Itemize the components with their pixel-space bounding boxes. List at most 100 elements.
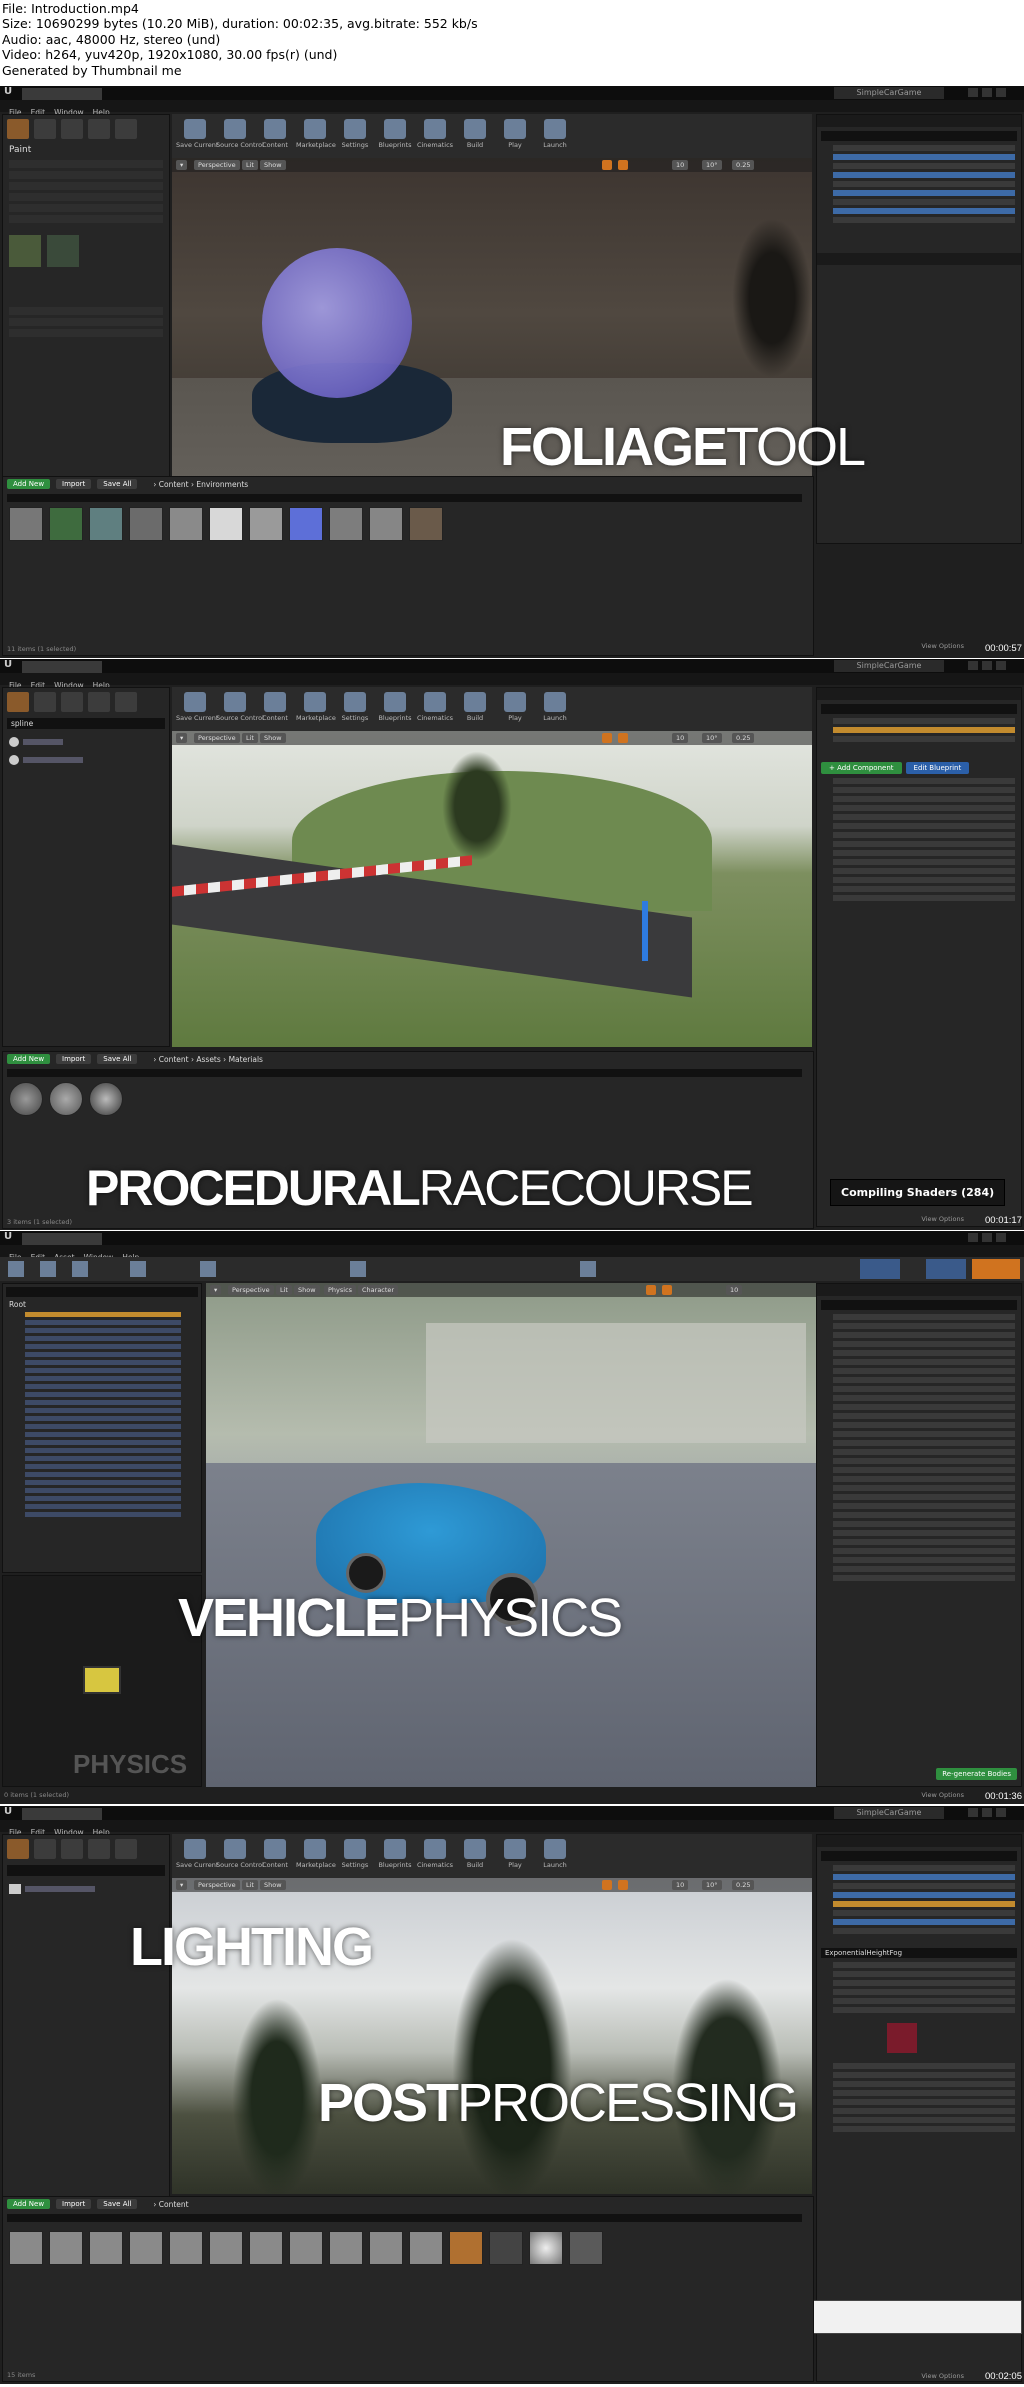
build-button[interactable]: Build <box>456 117 494 155</box>
level-viewport[interactable]: ▾ Perspective Lit Show 10 10° 0.25 <box>172 731 812 1047</box>
toolbar-icon[interactable] <box>8 1261 24 1277</box>
landscape-mode-icon[interactable] <box>61 1839 83 1859</box>
place-item[interactable] <box>9 737 163 747</box>
marketplace-button[interactable]: Marketplace <box>296 117 336 155</box>
landscape-mode-icon[interactable] <box>61 119 83 139</box>
level-tab[interactable] <box>22 1808 102 1820</box>
minimize-icon[interactable] <box>968 1808 978 1817</box>
asset-tile[interactable] <box>49 507 83 541</box>
viewport-options[interactable]: ▾ <box>176 1880 188 1890</box>
rotation-snap[interactable]: 10° <box>702 160 722 170</box>
bone-row[interactable] <box>25 1424 181 1429</box>
geometry-mode-icon[interactable] <box>115 119 137 139</box>
bone-row[interactable] <box>25 1464 181 1469</box>
outliner-row[interactable] <box>833 190 1015 196</box>
toolbar-icon[interactable] <box>580 1261 596 1277</box>
rotation-snap[interactable]: 10° <box>702 733 722 743</box>
asset-tile[interactable] <box>209 507 243 541</box>
folder-icon[interactable] <box>409 2231 443 2265</box>
bone-row[interactable] <box>25 1352 181 1357</box>
toolbar-icon[interactable] <box>130 1261 146 1277</box>
outliner-search[interactable] <box>821 131 1017 141</box>
play-button[interactable]: Play <box>496 690 534 728</box>
grid-snap[interactable]: 10 <box>672 733 689 743</box>
transform-tool[interactable] <box>602 160 612 170</box>
viewport-options[interactable]: ▾ <box>176 160 188 170</box>
snap-tool[interactable] <box>662 1285 672 1295</box>
place-item[interactable] <box>9 755 163 765</box>
filter-bar[interactable] <box>7 1069 802 1077</box>
bone-row[interactable] <box>25 1472 181 1477</box>
physics-button[interactable]: Physics <box>324 1285 357 1295</box>
search-input[interactable]: spline <box>7 718 165 729</box>
paint-mode-icon[interactable] <box>34 1839 56 1859</box>
search-input[interactable] <box>7 1865 165 1876</box>
outliner-search[interactable] <box>821 1851 1017 1861</box>
bone-row[interactable] <box>25 1440 181 1445</box>
snap-tool[interactable] <box>618 160 628 170</box>
bone-row[interactable] <box>25 1328 181 1333</box>
filter-bar[interactable] <box>7 494 802 502</box>
asset-tab[interactable] <box>22 1233 102 1245</box>
outliner-row[interactable] <box>833 154 1015 160</box>
root-node[interactable]: Root <box>3 1300 201 1309</box>
foliage-mode-icon[interactable] <box>88 119 110 139</box>
toolbar-icon[interactable] <box>350 1261 366 1277</box>
outliner-row[interactable] <box>833 1910 1015 1916</box>
play-button[interactable]: Play <box>496 1837 534 1875</box>
bone-row[interactable] <box>25 1344 181 1349</box>
snap-tool[interactable] <box>618 1880 628 1890</box>
place-mode-icon[interactable] <box>7 692 29 712</box>
place-item[interactable] <box>9 1884 163 1894</box>
content-button[interactable]: Content <box>256 117 294 155</box>
scale-snap[interactable]: 0.25 <box>732 160 755 170</box>
marketplace-button[interactable]: Marketplace <box>296 1837 336 1875</box>
bone-row[interactable] <box>25 1336 181 1341</box>
asset-tile[interactable] <box>529 2231 563 2265</box>
geometry-mode-icon[interactable] <box>115 692 137 712</box>
bone-row[interactable] <box>25 1480 181 1485</box>
transform-tool[interactable] <box>602 733 612 743</box>
asset-tile[interactable] <box>169 507 203 541</box>
details-search[interactable] <box>821 1300 1017 1310</box>
lit-button[interactable]: Lit <box>242 733 258 743</box>
physics-viewport[interactable]: ▾ Perspective Lit Show Physics Character… <box>206 1283 818 1787</box>
filter-bar[interactable] <box>7 2214 802 2222</box>
outliner-row[interactable] <box>833 199 1015 205</box>
place-mode-icon[interactable] <box>7 1839 29 1859</box>
folder-icon[interactable] <box>49 2231 83 2265</box>
perspective-button[interactable]: Perspective <box>228 1285 274 1295</box>
bone-row[interactable] <box>25 1400 181 1405</box>
bone-row[interactable] <box>25 1512 181 1517</box>
folder-icon[interactable] <box>369 2231 403 2265</box>
outliner-row[interactable] <box>833 1892 1015 1898</box>
folder-icon[interactable] <box>289 2231 323 2265</box>
launch-button[interactable]: Launch <box>536 690 574 728</box>
lit-button[interactable]: Lit <box>242 160 258 170</box>
bone-row[interactable] <box>25 1496 181 1501</box>
save-current-button[interactable]: Save Current <box>176 117 218 155</box>
bone-row[interactable] <box>25 1384 181 1389</box>
asset-tile[interactable] <box>9 1082 43 1116</box>
source-control-button[interactable]: Source Control <box>216 690 264 728</box>
blueprints-button[interactable]: Blueprints <box>376 1837 414 1875</box>
build-button[interactable]: Build <box>456 1837 494 1875</box>
build-button[interactable]: Build <box>456 690 494 728</box>
maximize-icon[interactable] <box>982 88 992 97</box>
view-options[interactable]: View Options <box>921 1791 964 1799</box>
outliner-row[interactable] <box>833 181 1015 187</box>
level-tab[interactable] <box>22 661 102 673</box>
folder-icon[interactable] <box>89 2231 123 2265</box>
play-button[interactable]: Play <box>496 117 534 155</box>
asset-tile[interactable] <box>329 507 363 541</box>
minimize-icon[interactable] <box>968 1233 978 1242</box>
details-object-name[interactable]: ExponentialHeightFog <box>821 1948 1017 1958</box>
mode-mesh[interactable] <box>926 1259 966 1279</box>
cinematics-button[interactable]: Cinematics <box>416 1837 454 1875</box>
landscape-mode-icon[interactable] <box>61 692 83 712</box>
asset-tile[interactable] <box>89 507 123 541</box>
lit-button[interactable]: Lit <box>242 1880 258 1890</box>
place-mode-icon[interactable] <box>7 119 29 139</box>
outliner-row[interactable] <box>833 736 1015 742</box>
folder-icon[interactable] <box>9 2231 43 2265</box>
